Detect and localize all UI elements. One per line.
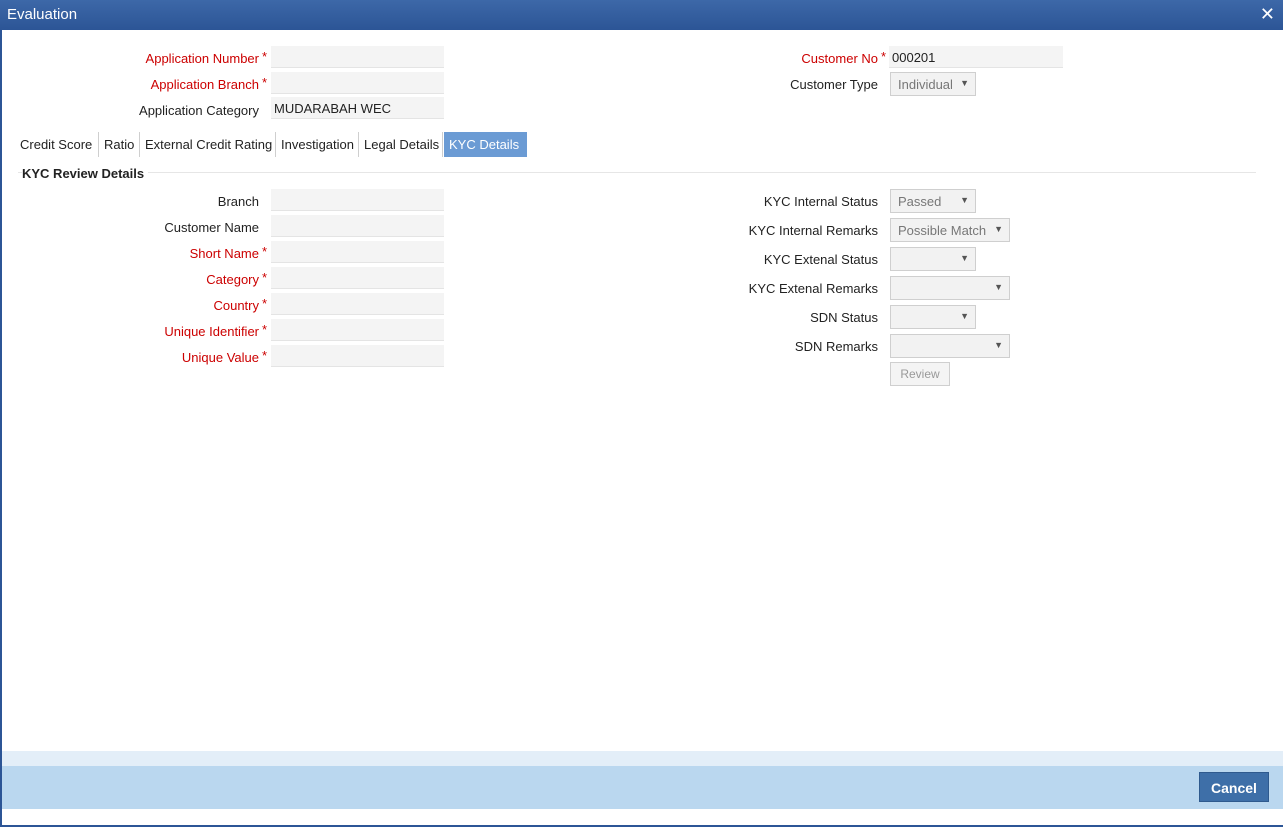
short-name-field[interactable] <box>271 241 444 263</box>
window-title: Evaluation <box>7 6 78 23</box>
tab-investigation[interactable]: Investigation <box>276 132 359 157</box>
chevron-down-icon: ▼ <box>960 311 969 321</box>
kyc-internal-status-value: Passed <box>898 194 942 209</box>
footer-bar <box>2 766 1283 809</box>
title-bar: Evaluation ✕ <box>0 0 1283 30</box>
tab-kyc-details[interactable]: KYC Details <box>444 132 527 157</box>
tab-legal-details[interactable]: Legal Details <box>359 132 443 157</box>
customer-type-value: Individual <box>898 77 953 92</box>
chevron-down-icon: ▼ <box>960 78 969 88</box>
customer-type-select[interactable]: Individual ▼ <box>890 72 976 96</box>
chevron-down-icon: ▼ <box>960 195 969 205</box>
unique-value-label: Unique Value <box>181 350 259 365</box>
close-icon[interactable]: ✕ <box>1260 4 1275 24</box>
chevron-down-icon: ▼ <box>994 224 1003 234</box>
application-category-label: Application Category <box>139 103 259 118</box>
required-mark: * <box>262 322 268 337</box>
window-frame-left <box>0 30 2 827</box>
required-mark: * <box>262 270 268 285</box>
country-label: Country <box>213 298 259 313</box>
chevron-down-icon: ▼ <box>960 253 969 263</box>
customer-no-label: Customer No <box>801 51 878 66</box>
country-field[interactable] <box>271 293 444 315</box>
application-category-field[interactable]: MUDARABAH WEC <box>271 97 444 119</box>
sdn-status-select[interactable]: ▼ <box>890 305 976 329</box>
application-number-field[interactable] <box>271 46 444 68</box>
section-divider <box>18 172 1256 173</box>
customer-no-field[interactable]: 000201 <box>889 46 1063 68</box>
required-mark: * <box>262 296 268 311</box>
tab-credit-score[interactable]: Credit Score <box>15 132 99 157</box>
kyc-external-status-label: KYC Extenal Status <box>763 252 878 267</box>
required-mark: * <box>881 49 887 64</box>
kyc-external-status-select[interactable]: ▼ <box>890 247 976 271</box>
sdn-remarks-label: SDN Remarks <box>794 339 878 354</box>
sdn-status-label: SDN Status <box>810 310 878 325</box>
branch-field[interactable] <box>271 189 444 211</box>
customer-name-field[interactable] <box>271 215 444 237</box>
unique-value-field[interactable] <box>271 345 444 367</box>
customer-name-label: Customer Name <box>164 220 259 235</box>
required-mark: * <box>262 49 268 64</box>
kyc-internal-status-select[interactable]: Passed ▼ <box>890 189 976 213</box>
review-button[interactable]: Review <box>890 362 950 386</box>
application-branch-field[interactable] <box>271 72 444 94</box>
kyc-internal-remarks-value: Possible Match <box>898 223 987 238</box>
unique-identifier-label: Unique Identifier <box>164 324 259 339</box>
chevron-down-icon: ▼ <box>994 282 1003 292</box>
kyc-internal-remarks-label: KYC Internal Remarks <box>748 223 878 238</box>
kyc-external-remarks-select[interactable]: ▼ <box>890 276 1010 300</box>
kyc-external-remarks-label: KYC Extenal Remarks <box>748 281 878 296</box>
footer-separator <box>2 751 1283 766</box>
tab-external-credit-rating[interactable]: External Credit Rating <box>140 132 276 157</box>
chevron-down-icon: ▼ <box>994 340 1003 350</box>
required-mark: * <box>262 75 268 90</box>
application-number-label: Application Number <box>145 51 259 66</box>
sdn-remarks-select[interactable]: ▼ <box>890 334 1010 358</box>
cancel-button[interactable]: Cancel <box>1199 772 1269 802</box>
section-title: KYC Review Details <box>22 166 149 181</box>
kyc-internal-status-label: KYC Internal Status <box>763 194 878 209</box>
category-label: Category <box>206 272 259 287</box>
application-branch-label: Application Branch <box>150 77 259 92</box>
unique-identifier-field[interactable] <box>271 319 444 341</box>
short-name-label: Short Name <box>189 246 259 261</box>
branch-label: Branch <box>217 194 259 209</box>
category-field[interactable] <box>271 267 444 289</box>
required-mark: * <box>262 244 268 259</box>
customer-type-label: Customer Type <box>790 77 878 92</box>
tab-ratio[interactable]: Ratio <box>99 132 140 157</box>
required-mark: * <box>262 348 268 363</box>
kyc-internal-remarks-select[interactable]: Possible Match ▼ <box>890 218 1010 242</box>
